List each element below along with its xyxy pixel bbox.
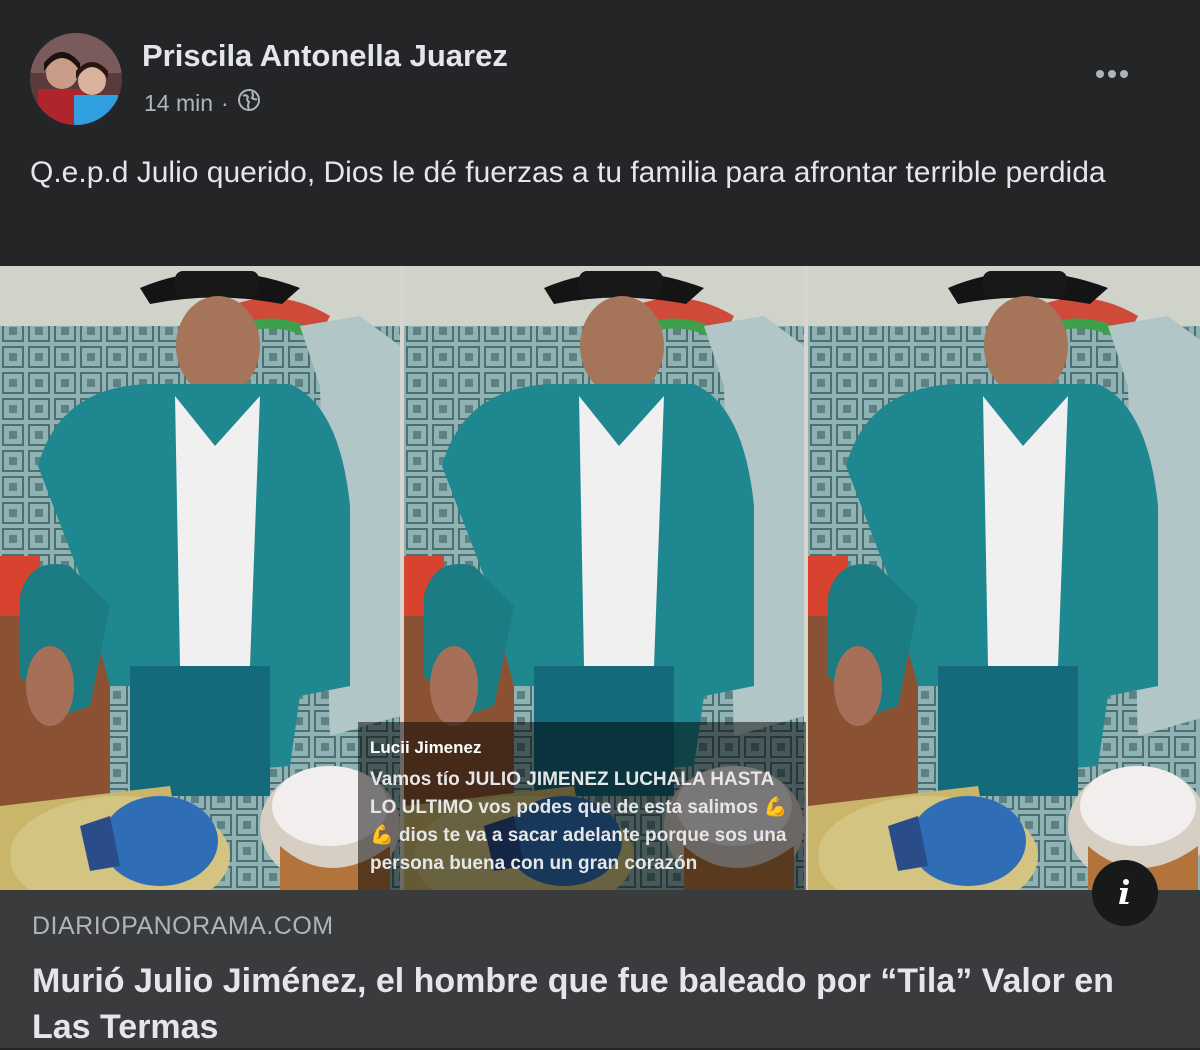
caption-text: Vamos tío JULIO JIMENEZ LUCHALA HASTA LO… <box>370 769 788 874</box>
post-header: Priscila Antonella Juarez 14 min · <box>0 0 1200 140</box>
post-meta: 14 min · <box>144 88 261 118</box>
facebook-post: Priscila Antonella Juarez 14 min · Q.e.p… <box>0 0 1200 1048</box>
caption-author: Lucii Jimenez <box>370 738 482 757</box>
globe-icon <box>237 88 261 118</box>
link-preview[interactable]: DIARIOPANORAMA.COM Murió Julio Jiménez, … <box>0 890 1200 1048</box>
more-options-button[interactable] <box>1090 56 1134 92</box>
author-name[interactable]: Priscila Antonella Juarez <box>142 38 508 74</box>
link-domain: DIARIOPANORAMA.COM <box>32 912 334 940</box>
avatar[interactable] <box>30 33 122 125</box>
info-button[interactable] <box>1092 860 1158 926</box>
link-title[interactable]: Murió Julio Jiménez, el hombre que fue b… <box>32 958 1162 1050</box>
avatar-photo <box>30 33 122 125</box>
more-horizontal-icon <box>1096 70 1104 78</box>
info-icon <box>1110 876 1140 911</box>
meta-separator: · <box>221 89 229 116</box>
post-timestamp[interactable]: 14 min <box>144 90 213 117</box>
post-text: Q.e.p.d Julio querido, Dios le dé fuerza… <box>30 156 1106 189</box>
